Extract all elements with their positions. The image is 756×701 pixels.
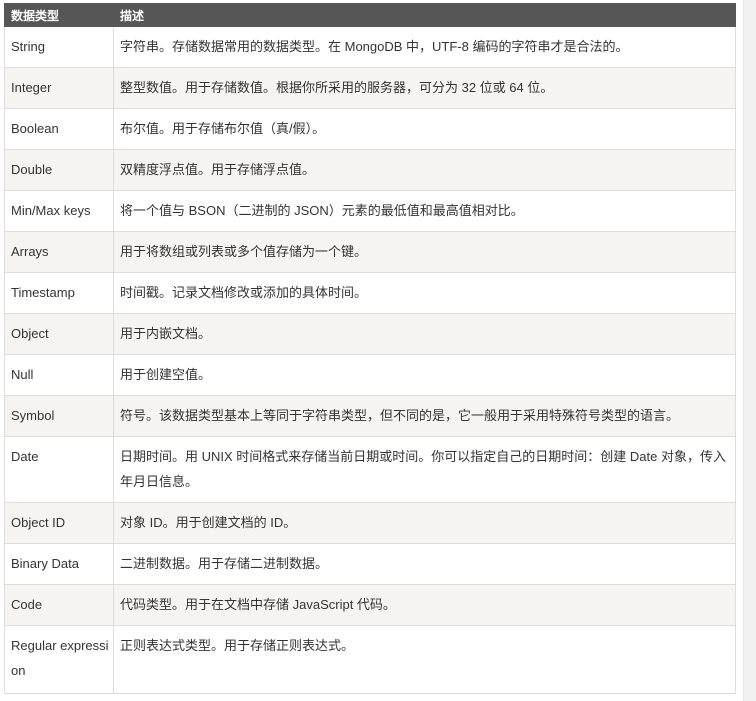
description-cell: 日期时间。用 UNIX 时间格式来存储当前日期或时间。你可以指定自己的日期时间：… — [113, 436, 736, 503]
table-row: Null 用于创建空值。 — [4, 354, 736, 396]
description-cell: 二进制数据。用于存储二进制数据。 — [113, 543, 736, 585]
table-row: Symbol 符号。该数据类型基本上等同于字符串类型，但不同的是，它一般用于采用… — [4, 395, 736, 437]
type-cell: Arrays — [4, 231, 114, 273]
table-row: Boolean 布尔值。用于存储布尔值（真/假）。 — [4, 108, 736, 150]
table-row: Regular expression 正则表达式类型。用于存储正则表达式。 — [4, 625, 736, 694]
description-cell: 字符串。存储数据常用的数据类型。在 MongoDB 中，UTF-8 编码的字符串… — [113, 26, 736, 68]
table-row: Arrays 用于将数组或列表或多个值存储为一个键。 — [4, 231, 736, 273]
table-row: Date 日期时间。用 UNIX 时间格式来存储当前日期或时间。你可以指定自己的… — [4, 436, 736, 503]
type-cell: Object ID — [4, 502, 114, 544]
description-cell: 整型数值。用于存储数值。根据你所采用的服务器，可分为 32 位或 64 位。 — [113, 67, 736, 109]
type-cell: Date — [4, 436, 114, 503]
description-cell: 将一个值与 BSON（二进制的 JSON）元素的最低值和最高值相对比。 — [113, 190, 736, 232]
type-cell: Integer — [4, 67, 114, 109]
type-cell: Min/Max keys — [4, 190, 114, 232]
table-row: Double 双精度浮点值。用于存储浮点值。 — [4, 149, 736, 191]
table-row: Object 用于内嵌文档。 — [4, 313, 736, 355]
description-cell: 布尔值。用于存储布尔值（真/假）。 — [113, 108, 736, 150]
scrollbar-track[interactable] — [743, 0, 756, 701]
description-cell: 双精度浮点值。用于存储浮点值。 — [113, 149, 736, 191]
table-row: Object ID 对象 ID。用于创建文档的 ID。 — [4, 502, 736, 544]
type-cell: Symbol — [4, 395, 114, 437]
description-cell: 用于将数组或列表或多个值存储为一个键。 — [113, 231, 736, 273]
table-row: Timestamp 时间戳。记录文档修改或添加的具体时间。 — [4, 272, 736, 314]
type-cell: Null — [4, 354, 114, 396]
type-cell: String — [4, 26, 114, 68]
description-cell: 对象 ID。用于创建文档的 ID。 — [113, 502, 736, 544]
type-cell: Double — [4, 149, 114, 191]
type-cell: Object — [4, 313, 114, 355]
table-row: Code 代码类型。用于在文档中存储 JavaScript 代码。 — [4, 584, 736, 626]
table-row: String 字符串。存储数据常用的数据类型。在 MongoDB 中，UTF-8… — [4, 26, 736, 68]
description-cell: 正则表达式类型。用于存储正则表达式。 — [113, 625, 736, 694]
data-types-table-container: 数据类型 描述 String 字符串。存储数据常用的数据类型。在 MongoDB… — [4, 3, 736, 694]
description-cell: 代码类型。用于在文档中存储 JavaScript 代码。 — [113, 584, 736, 626]
type-cell: Code — [4, 584, 114, 626]
table-header-row: 数据类型 描述 — [4, 3, 736, 27]
type-cell: Binary Data — [4, 543, 114, 585]
header-description: 描述 — [113, 3, 736, 27]
description-cell: 用于创建空值。 — [113, 354, 736, 396]
description-cell: 符号。该数据类型基本上等同于字符串类型，但不同的是，它一般用于采用特殊符号类型的… — [113, 395, 736, 437]
header-type: 数据类型 — [4, 3, 114, 27]
data-types-table: 数据类型 描述 String 字符串。存储数据常用的数据类型。在 MongoDB… — [4, 3, 736, 694]
type-cell: Timestamp — [4, 272, 114, 314]
description-cell: 时间戳。记录文档修改或添加的具体时间。 — [113, 272, 736, 314]
type-cell: Boolean — [4, 108, 114, 150]
type-cell: Regular expression — [4, 625, 114, 694]
table-row: Binary Data 二进制数据。用于存储二进制数据。 — [4, 543, 736, 585]
table-row: Integer 整型数值。用于存储数值。根据你所采用的服务器，可分为 32 位或… — [4, 67, 736, 109]
table-row: Min/Max keys 将一个值与 BSON（二进制的 JSON）元素的最低值… — [4, 190, 736, 232]
description-cell: 用于内嵌文档。 — [113, 313, 736, 355]
